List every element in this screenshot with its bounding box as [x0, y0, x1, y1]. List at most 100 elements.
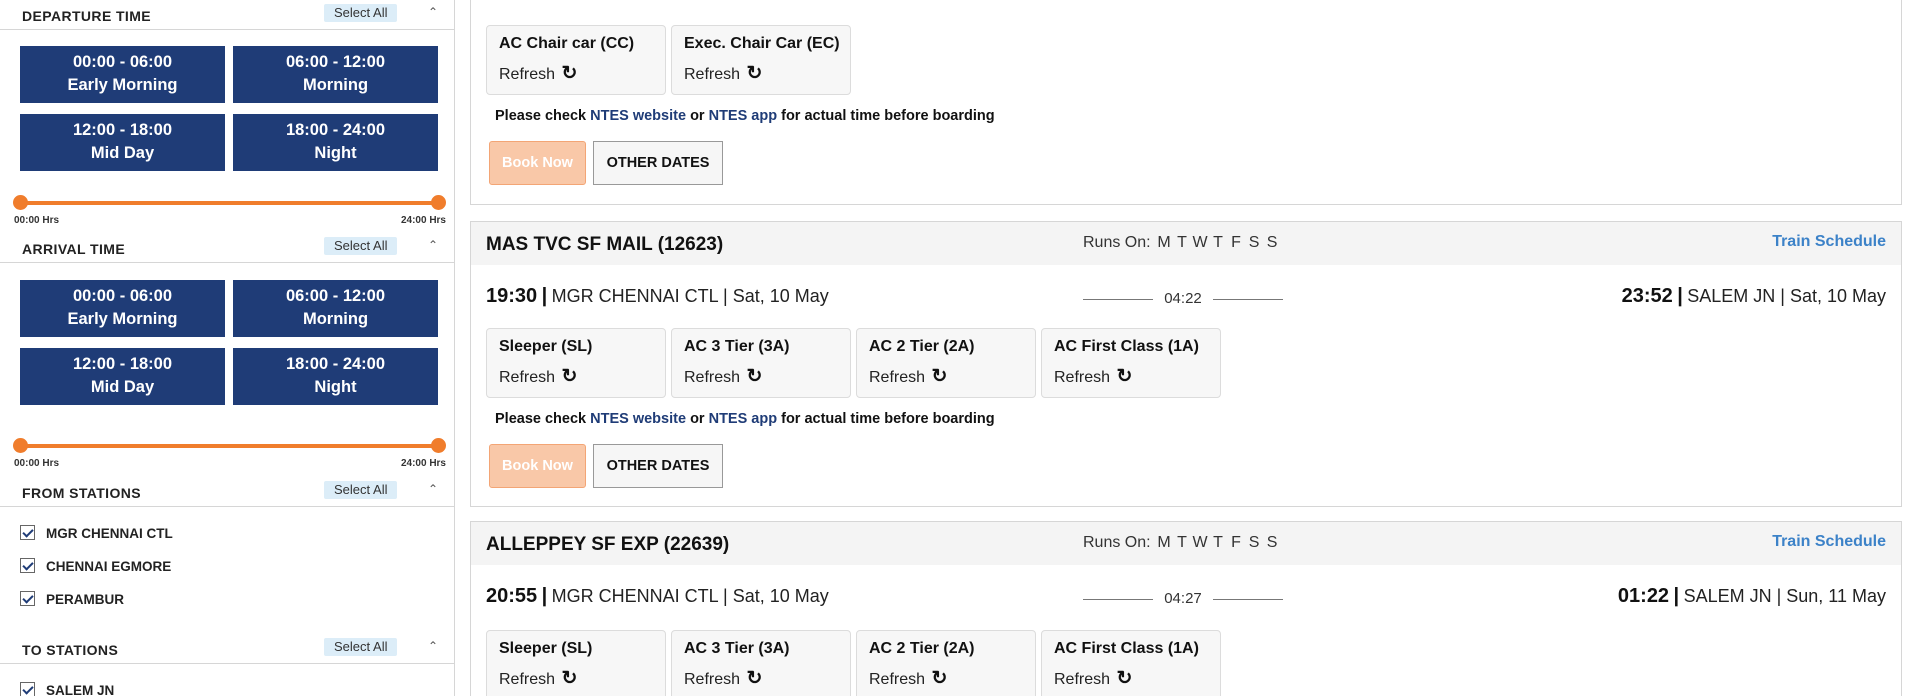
departure-select-all-button[interactable]: Select All — [324, 4, 398, 22]
arrival-slot-morning[interactable]: 06:00 - 12:00 Morning — [233, 280, 438, 337]
departure-slot-early-morning[interactable]: 00:00 - 06:00 Early Morning — [20, 46, 225, 103]
slider-max-handle[interactable] — [431, 195, 446, 210]
slider-track — [14, 444, 444, 448]
class-box-2a[interactable]: AC 2 Tier (2A) Refresh ↻ — [856, 328, 1036, 398]
checkbox-checked-icon[interactable] — [20, 682, 35, 696]
slot-label: Morning — [302, 310, 369, 328]
arrival-time-slider[interactable]: 00:00 Hrs 24:00 Hrs — [13, 438, 446, 469]
notice-suffix: for actual time before boarding — [781, 411, 995, 427]
refresh-button[interactable]: Refresh ↻ — [684, 62, 762, 85]
train-card: MAS TVC SF MAIL (12623) Runs On: MTWTFSS… — [470, 221, 1902, 507]
refresh-button[interactable]: Refresh ↻ — [499, 667, 577, 690]
refresh-button[interactable]: Refresh ↻ — [1054, 365, 1132, 388]
ntes-app-link[interactable]: NTES app — [709, 108, 777, 124]
class-box-1a[interactable]: AC First Class (1A) Refresh ↻ — [1041, 328, 1221, 398]
refresh-button[interactable]: Refresh ↻ — [869, 365, 947, 388]
departure-slot-morning[interactable]: 06:00 - 12:00 Morning — [233, 46, 438, 103]
slot-label: Night — [314, 144, 357, 162]
class-box-3a[interactable]: AC 3 Tier (3A) Refresh ↻ — [671, 630, 851, 696]
chevron-up-icon[interactable]: ⌃ — [426, 482, 440, 496]
refresh-button[interactable]: Refresh ↻ — [684, 365, 762, 388]
ntes-app-link[interactable]: NTES app — [709, 411, 777, 427]
departure-slot-mid-day[interactable]: 12:00 - 18:00 Mid Day — [20, 114, 225, 171]
chevron-up-icon[interactable]: ⌃ — [426, 5, 440, 19]
arrival-slot-early-morning[interactable]: 00:00 - 06:00 Early Morning — [20, 280, 225, 337]
day-letter: T — [1213, 234, 1223, 251]
slider-max-label: 24:00 Hrs — [400, 215, 446, 226]
ntes-website-link[interactable]: NTES website — [590, 411, 686, 427]
refresh-label: Refresh — [869, 369, 926, 386]
chevron-up-icon[interactable]: ⌃ — [426, 238, 440, 252]
class-box-cc[interactable]: AC Chair car (CC) Refresh ↻ — [486, 25, 666, 95]
departure-slot-night[interactable]: 18:00 - 24:00 Night — [233, 114, 438, 171]
refresh-icon: ↻ — [931, 366, 948, 387]
from-stations-select-all-button[interactable]: Select All — [324, 481, 398, 499]
ntes-website-link[interactable]: NTES website — [590, 108, 686, 124]
train-schedule-link[interactable]: Train Schedule — [1772, 233, 1886, 251]
day-letter: F — [1231, 234, 1241, 251]
slider-max-handle[interactable] — [431, 438, 446, 453]
refresh-button[interactable]: Refresh ↻ — [684, 667, 762, 690]
ntes-notice: Please check NTES website or NTES app fo… — [495, 108, 995, 124]
train-card-partial: AC Chair car (CC) Refresh ↻ Exec. Chair … — [470, 0, 1902, 205]
arrival-slot-mid-day[interactable]: 12:00 - 18:00 Mid Day — [20, 348, 225, 405]
train-schedule-link[interactable]: Train Schedule — [1772, 533, 1886, 551]
refresh-label: Refresh — [684, 66, 741, 83]
departure-time-grid: 00:00 - 06:00 Early Morning 06:00 - 12:0… — [20, 46, 438, 171]
day-letter: S — [1266, 534, 1278, 551]
station-name: MGR CHENNAI CTL — [46, 526, 173, 541]
train-card-header: ALLEPPEY SF EXP (22639) Runs On: MTWTFSS… — [471, 522, 1901, 565]
train-name[interactable]: MAS TVC SF MAIL (12623) — [486, 234, 723, 256]
class-name: Sleeper (SL) — [499, 640, 593, 657]
slot-range: 12:00 - 18:00 — [72, 121, 173, 139]
refresh-button[interactable]: Refresh ↻ — [499, 365, 577, 388]
refresh-icon: ↻ — [561, 366, 578, 387]
arrival-select-all-button[interactable]: Select All — [324, 237, 398, 255]
to-stations-select-all-button[interactable]: Select All — [324, 638, 398, 656]
slot-label: Morning — [302, 76, 369, 94]
runs-on-label: Runs On: — [1083, 534, 1151, 551]
class-box-sl[interactable]: Sleeper (SL) Refresh ↻ — [486, 328, 666, 398]
refresh-button[interactable]: Refresh ↻ — [1054, 667, 1132, 690]
checkbox-checked-icon[interactable] — [20, 558, 35, 573]
class-box-3a[interactable]: AC 3 Tier (3A) Refresh ↻ — [671, 328, 851, 398]
arrival-slot-night[interactable]: 18:00 - 24:00 Night — [233, 348, 438, 405]
class-box-2a[interactable]: AC 2 Tier (2A) Refresh ↻ — [856, 630, 1036, 696]
train-name[interactable]: ALLEPPEY SF EXP (22639) — [486, 534, 729, 556]
departure-time: 20:55 — [486, 585, 538, 607]
departure-info: 19:30 | MGR CHENNAI CTL | Sat, 10 May — [486, 285, 829, 307]
class-name: AC 2 Tier (2A) — [869, 338, 975, 355]
station-name: CHENNAI EGMORE — [46, 559, 172, 574]
refresh-button[interactable]: Refresh ↻ — [869, 667, 947, 690]
book-now-button[interactable]: Book Now — [489, 141, 586, 185]
departure-time: 19:30 — [486, 285, 538, 307]
chevron-up-icon[interactable]: ⌃ — [426, 639, 440, 653]
slot-label: Early Morning — [67, 310, 178, 328]
day-letter: M — [1157, 234, 1171, 251]
checkbox-checked-icon[interactable] — [20, 591, 35, 606]
slot-range: 18:00 - 24:00 — [285, 355, 386, 373]
notice-prefix: Please check — [495, 108, 587, 124]
slider-min-handle[interactable] — [13, 195, 28, 210]
class-box-1a[interactable]: AC First Class (1A) Refresh ↻ — [1041, 630, 1221, 696]
checkbox-checked-icon[interactable] — [20, 525, 35, 540]
slider-min-handle[interactable] — [13, 438, 28, 453]
notice-or: or — [690, 411, 705, 427]
class-name: AC 2 Tier (2A) — [869, 640, 975, 657]
runs-on-label: Runs On: — [1083, 234, 1151, 251]
class-box-ec[interactable]: Exec. Chair Car (EC) Refresh ↻ — [671, 25, 851, 95]
other-dates-button[interactable]: OTHER DATES — [593, 444, 723, 488]
other-dates-button[interactable]: OTHER DATES — [593, 141, 723, 185]
class-name: AC First Class (1A) — [1054, 338, 1199, 355]
to-stations-header: TO STATIONS Select All ⌃ — [0, 634, 455, 664]
arrival-info: 23:52 | SALEM JN | Sat, 10 May — [1621, 285, 1886, 307]
refresh-icon: ↻ — [746, 668, 763, 689]
departure-station: MGR CHENNAI CTL | Sat, 10 May — [551, 586, 829, 606]
runs-on: Runs On: MTWTFSS — [1083, 234, 1281, 252]
departure-time-slider[interactable]: 00:00 Hrs 24:00 Hrs — [13, 195, 446, 226]
book-now-button[interactable]: Book Now — [489, 444, 586, 488]
arrival-info: 01:22 | SALEM JN | Sun, 11 May — [1617, 585, 1886, 607]
refresh-button[interactable]: Refresh ↻ — [499, 62, 577, 85]
from-stations-title: FROM STATIONS — [22, 485, 142, 501]
class-box-sl[interactable]: Sleeper (SL) Refresh ↻ — [486, 630, 666, 696]
